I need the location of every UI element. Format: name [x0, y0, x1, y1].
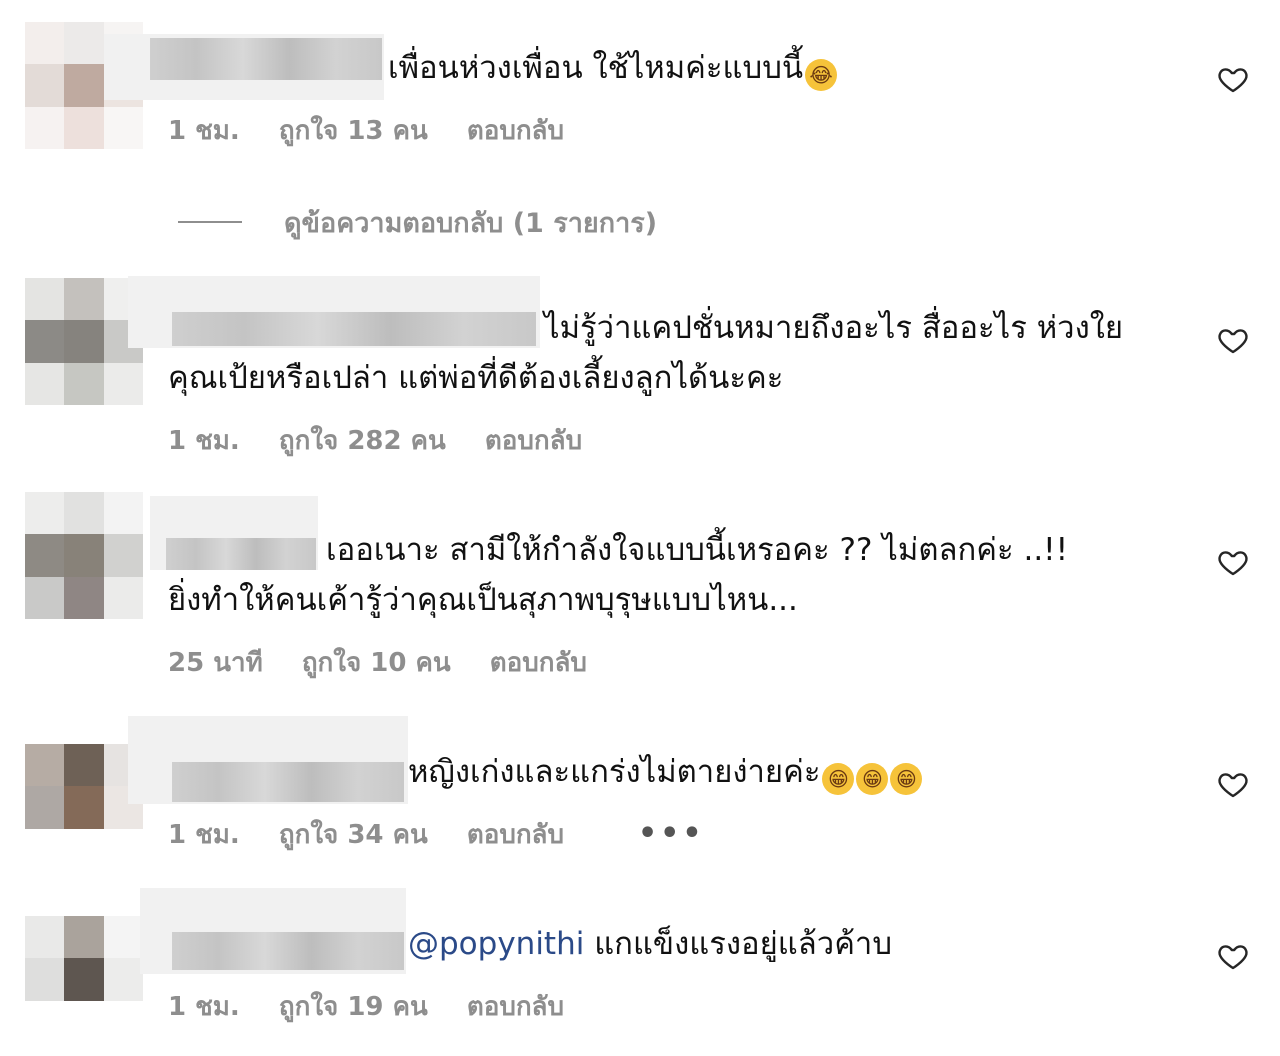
comment-time: 1 ชม.	[168, 820, 240, 850]
comment-meta: 1 ชม. ถูกใจ 19 คน ตอบกลับ	[168, 990, 594, 1024]
avatar[interactable]	[25, 278, 143, 405]
comment-text-line-2: ยิ่งทำให้คนเค้ารู้ว่าคุณเป็นสุภาพบุรุษแบ…	[168, 582, 798, 618]
comment-text: เพื่อนห่วงเพื่อน ใช้ไหมค่ะแบบนี้ 😂	[388, 46, 838, 91]
reply-button[interactable]: ตอบกลับ	[467, 992, 564, 1022]
username-blurred[interactable]	[172, 932, 404, 970]
reply-button[interactable]: ตอบกลับ	[467, 116, 564, 146]
grinning-emoji-icon: 😁	[822, 763, 855, 795]
username-blurred[interactable]	[150, 38, 382, 80]
comment-time: 1 ชม.	[168, 426, 240, 456]
likes-count[interactable]: ถูกใจ 19 คน	[279, 992, 428, 1022]
likes-count[interactable]: ถูกใจ 13 คน	[279, 116, 428, 146]
username-blurred[interactable]	[166, 538, 316, 570]
grinning-emoji-icon: 😁	[856, 763, 889, 795]
username-blurred[interactable]	[172, 762, 404, 802]
heart-outline-icon[interactable]	[1216, 768, 1250, 800]
replies-divider	[178, 221, 242, 223]
comment-text: @popynithi แกแข็งแรงอยู่แล้วค้าบ	[408, 926, 893, 962]
comment-text-line-2: คุณเป้ยหรือเปล่า แต่พ่อที่ดีต้องเลี้ยงลู…	[168, 360, 784, 396]
comment-time: 25 นาที	[168, 648, 263, 678]
comment-meta: 1 ชม. ถูกใจ 282 คน ตอบกลับ	[168, 424, 612, 458]
comment-time: 1 ชม.	[168, 116, 240, 146]
view-replies-label[interactable]: ดูข้อความตอบกลับ (1 รายการ)	[284, 201, 657, 244]
heart-outline-icon[interactable]	[1216, 940, 1250, 972]
laughing-emoji-icon: 😂	[805, 59, 838, 91]
mention-link[interactable]: @popynithi	[408, 926, 584, 962]
grinning-emoji-icon: 😁	[890, 763, 923, 795]
reply-button[interactable]: ตอบกลับ	[485, 426, 582, 456]
heart-outline-icon[interactable]	[1216, 63, 1250, 95]
comment-text: หญิงเก่งและแกร่งไม่ตายง่ายค่ะ 😁 😁 😁	[408, 750, 923, 795]
avatar[interactable]	[25, 744, 143, 871]
username-blurred[interactable]	[172, 312, 536, 346]
likes-count[interactable]: ถูกใจ 282 คน	[279, 426, 446, 456]
comment-text-line-1: เออเนาะ สามีให้กำลังใจแบบนี้เหรอคะ ?? ไม…	[326, 532, 1069, 568]
comment-meta: 1 ชม. ถูกใจ 34 คน ตอบกลับ	[168, 818, 594, 852]
heart-outline-icon[interactable]	[1216, 546, 1250, 578]
comment-meta: 1 ชม. ถูกใจ 13 คน ตอบกลับ	[168, 114, 594, 148]
comment-text-line-1: ไม่รู้ว่าแคปชั่นหมายถึงอะไร สื่ออะไร ห่ว…	[544, 310, 1124, 346]
heart-outline-icon[interactable]	[1216, 324, 1250, 356]
avatar[interactable]	[25, 916, 143, 1043]
comment-meta: 25 นาที ถูกใจ 10 คน ตอบกลับ	[168, 646, 617, 680]
likes-count[interactable]: ถูกใจ 34 คน	[279, 820, 428, 850]
comment-time: 1 ชม.	[168, 992, 240, 1022]
reply-button[interactable]: ตอบกลับ	[467, 820, 564, 850]
likes-count[interactable]: ถูกใจ 10 คน	[302, 648, 451, 678]
avatar[interactable]	[25, 492, 143, 619]
view-replies-button[interactable]: ดูข้อความตอบกลับ (1 รายการ)	[178, 200, 657, 244]
more-options-icon[interactable]: •••	[638, 816, 705, 851]
reply-button[interactable]: ตอบกลับ	[490, 648, 587, 678]
